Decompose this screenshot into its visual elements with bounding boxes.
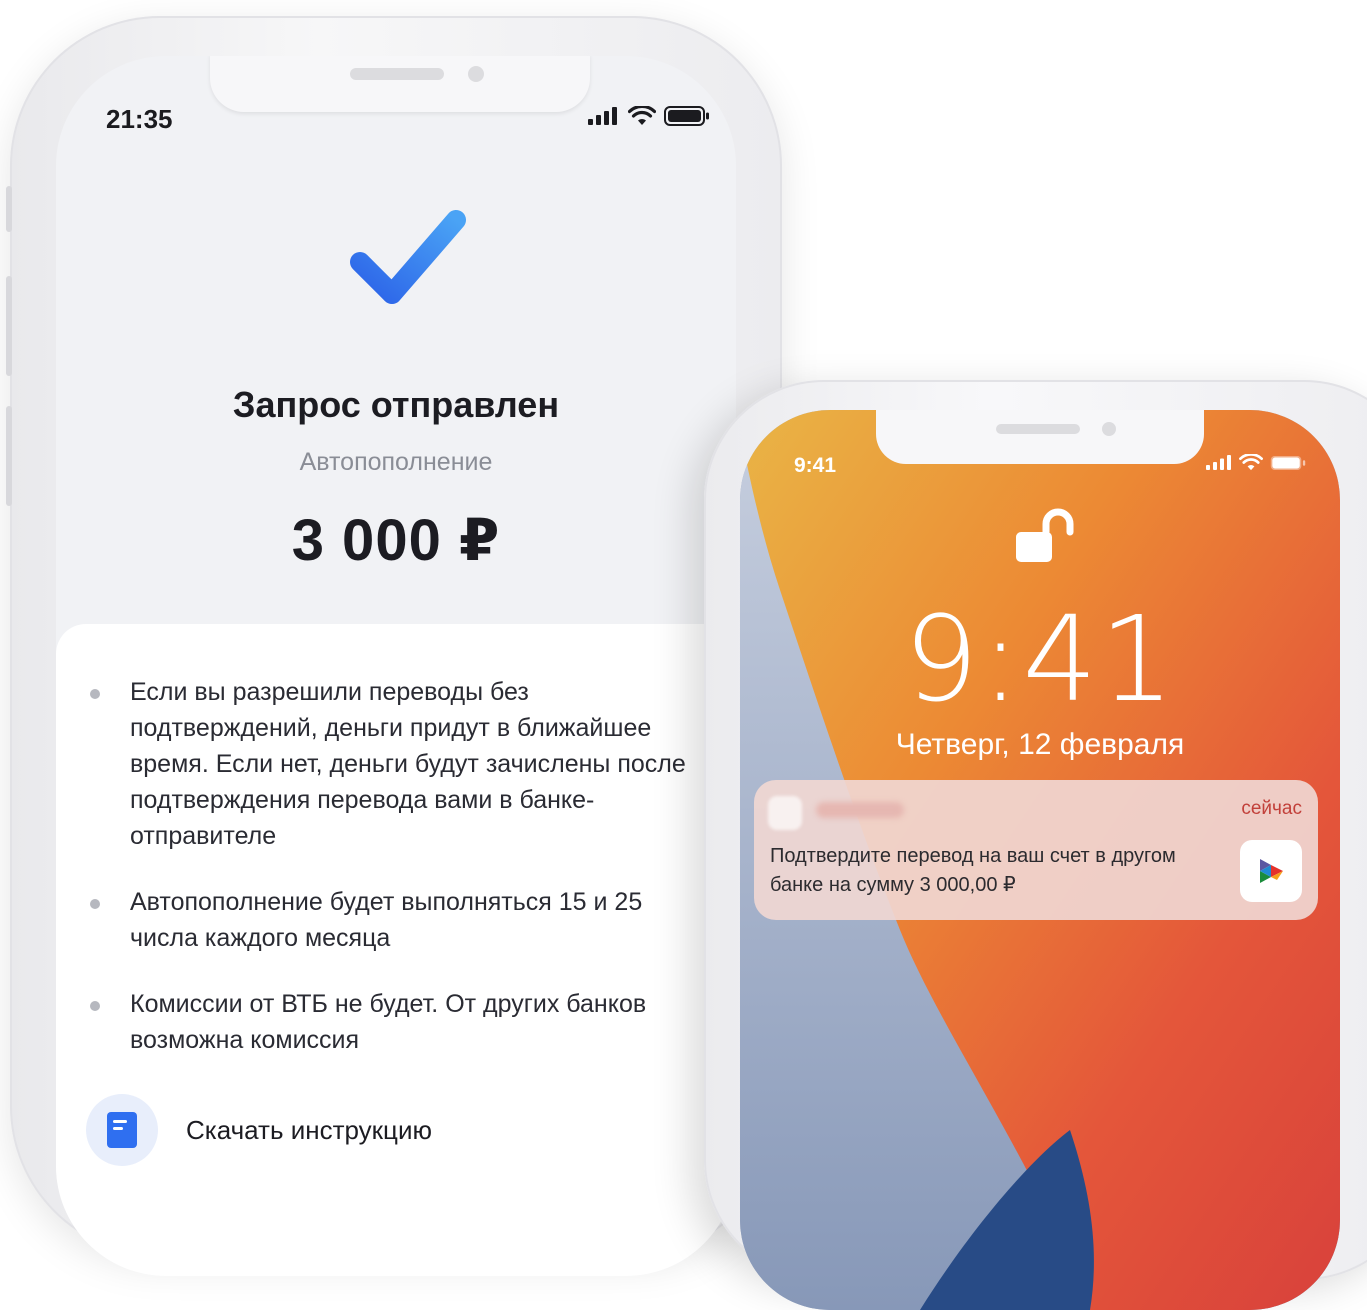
left-phone-screen: 21:35 Запрос отправлен Автопополнение 3 … (56, 56, 736, 1276)
push-notification[interactable]: сейчас Подтвердите перевод на ваш счет в… (754, 780, 1318, 920)
info-list: Если вы разрешили переводы без подтвержд… (90, 674, 710, 1088)
status-time: 9:41 (794, 454, 837, 477)
list-item: Комиссии от ВТБ не будет. От других банк… (90, 986, 710, 1058)
unlocked-padlock-icon (1016, 508, 1074, 562)
bullet-dot (90, 1001, 100, 1011)
battery-icon (1270, 455, 1306, 470)
signal-icon (1206, 455, 1231, 470)
right-phone-frame: 9:41 9:41 Четверг, 12 февраля сейчас Под… (704, 380, 1367, 1310)
checkmark-icon (350, 210, 466, 304)
download-instruction-button[interactable]: Скачать инструкцию (86, 1094, 432, 1166)
front-camera (468, 66, 484, 82)
battery-icon (664, 106, 709, 126)
lock-screen-time: 9:41 (903, 590, 1177, 728)
notification-time: сейчас (1241, 798, 1302, 819)
volume-down-button (6, 406, 12, 506)
notch (876, 410, 1204, 464)
bullet-dot (90, 899, 100, 909)
lock-screen: 9:41 9:41 Четверг, 12 февраля сейчас Под… (740, 410, 1340, 1310)
document-icon (86, 1094, 158, 1166)
signal-icon (588, 107, 617, 125)
app-name-blurred (816, 802, 904, 818)
left-phone-frame: 21:35 Запрос отправлен Автопополнение 3 … (6, 16, 782, 1276)
status-icons (1206, 454, 1306, 471)
list-item-text: Комиссии от ВТБ не будет. От других банк… (130, 990, 647, 1054)
front-camera (1102, 422, 1116, 436)
speaker (996, 424, 1080, 434)
result-title: Запрос отправлен (232, 384, 560, 425)
list-item: Если вы разрешили переводы без подтвержд… (90, 674, 710, 854)
notch (210, 56, 590, 112)
info-card: Если вы разрешили переводы без подтвержд… (56, 624, 736, 1276)
lock-screen-date: Четверг, 12 февраля (895, 728, 1185, 761)
status-icons (588, 106, 710, 126)
list-item-text: Автопополнение будет выполняться 15 и 25… (130, 888, 643, 952)
list-item-text: Если вы разрешили переводы без подтвержд… (130, 678, 686, 850)
status-time: 21:35 (106, 104, 173, 134)
side-button (6, 186, 12, 232)
result-amount: 3 000 ₽ (291, 508, 501, 573)
wifi-icon (1239, 454, 1263, 471)
download-label: Скачать инструкцию (186, 1114, 432, 1145)
bullet-dot (90, 689, 100, 699)
volume-up-button (6, 276, 12, 376)
notification-text: Подтвердите перевод на ваш счет в другом… (770, 845, 1176, 896)
result-subtitle: Автопополнение (299, 448, 493, 476)
speaker (350, 68, 444, 80)
sbp-logo-icon (1240, 840, 1302, 902)
wifi-icon (628, 106, 656, 125)
app-icon (768, 796, 802, 830)
list-item: Автопополнение будет выполняться 15 и 25… (90, 884, 710, 956)
